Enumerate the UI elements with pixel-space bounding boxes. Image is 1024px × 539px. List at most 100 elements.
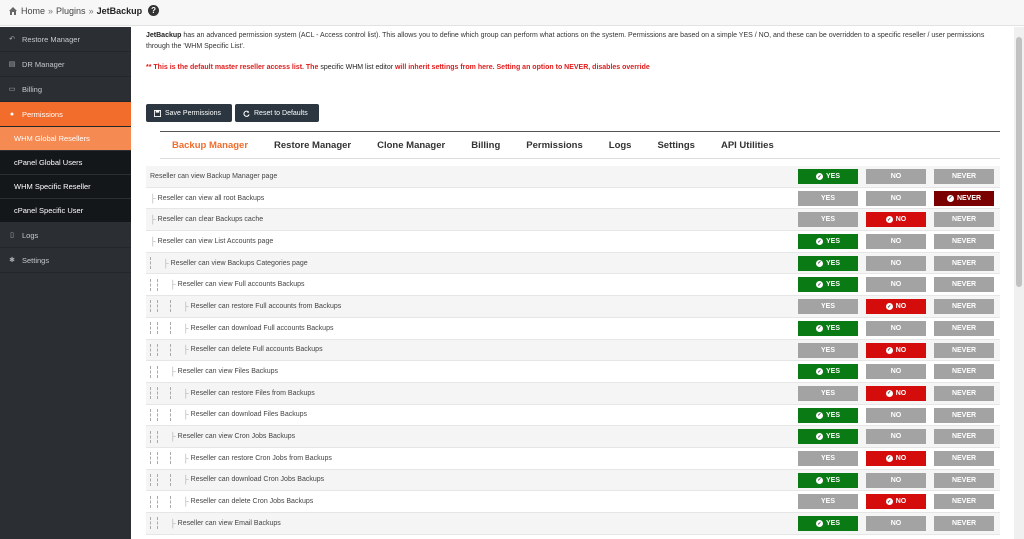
permission-label: Reseller can view Backups Categories pag… <box>170 259 308 267</box>
tab-logs[interactable]: Logs <box>609 140 632 151</box>
option-no-button[interactable]: NO <box>866 169 926 184</box>
tab-permissions[interactable]: Permissions <box>526 140 583 151</box>
option-no-button[interactable]: ✓ NO <box>866 342 926 358</box>
option-yes-label: YES <box>825 259 840 267</box>
table-row: ├ Reseller can view Cron Jobs Backups ✓ YES… <box>146 426 1000 448</box>
scrollbar-thumb[interactable] <box>1016 37 1022 287</box>
option-yes-button[interactable]: ✓ YES <box>798 516 858 531</box>
option-yes-button[interactable]: ✓ YES <box>798 472 858 488</box>
option-never-button[interactable]: NEVER <box>934 429 994 445</box>
option-no-button[interactable]: ✓ NO <box>866 212 926 228</box>
option-yes-label: YES <box>825 476 840 484</box>
permission-label-wrap: ├ Reseller can delete Full accounts Backu… <box>146 343 323 356</box>
permission-options: ✓ YES NO NEVER <box>798 277 994 293</box>
tree-guide <box>150 278 151 291</box>
option-never-button[interactable]: NEVER <box>934 407 994 423</box>
option-no-button[interactable]: NO <box>866 472 926 488</box>
sidebar-item-permissions[interactable]: ● Permissions <box>0 102 131 127</box>
sidebar-item-restore-manager[interactable]: ↶ Restore Manager <box>0 27 131 52</box>
tab-api-utilities[interactable]: API Utilities <box>721 140 774 151</box>
sidebar-subitem-cpanel-specific-user[interactable]: cPanel Specific User <box>0 199 131 223</box>
tab-billing[interactable]: Billing <box>471 140 500 151</box>
option-yes-button[interactable]: YES <box>798 385 858 401</box>
tab-backup-manager[interactable]: Backup Manager <box>172 140 248 151</box>
tab-clone-manager[interactable]: Clone Manager <box>377 140 445 151</box>
option-yes-button[interactable]: YES <box>798 450 858 466</box>
option-yes-button[interactable]: YES <box>798 190 858 206</box>
reset-defaults-button[interactable]: Reset to Defaults <box>235 104 319 122</box>
sidebar-item-dr-manager[interactable]: ▤ DR Manager <box>0 52 131 77</box>
option-yes-label: YES <box>825 433 840 441</box>
option-never-button[interactable]: ✓ NEVER <box>934 190 994 206</box>
tree-guide <box>150 408 151 421</box>
option-no-button[interactable]: ✓ NO <box>866 385 926 401</box>
sidebar-subitem-whm-specific-reseller[interactable]: WHM Specific Reseller <box>0 175 131 199</box>
tab-settings[interactable]: Settings <box>657 140 694 151</box>
breadcrumb-current: JetBackup <box>96 5 143 16</box>
option-never-button[interactable]: NEVER <box>934 516 994 531</box>
option-no-button[interactable]: NO <box>866 277 926 293</box>
check-icon: ✓ <box>815 520 823 527</box>
option-never-button[interactable]: NEVER <box>934 385 994 401</box>
option-no-label: NO <box>895 216 907 224</box>
option-no-button[interactable]: NO <box>866 320 926 336</box>
option-no-button[interactable]: NO <box>866 190 926 206</box>
option-no-button[interactable]: ✓ NO <box>866 494 926 510</box>
option-no-button[interactable]: NO <box>866 234 926 250</box>
option-never-button[interactable]: NEVER <box>934 234 994 250</box>
option-yes-button[interactable]: ✓ YES <box>798 429 858 445</box>
option-never-button[interactable]: NEVER <box>934 277 994 293</box>
sidebar-item-settings[interactable]: ✱ Settings <box>0 248 131 273</box>
breadcrumb-home[interactable]: Home <box>21 6 45 16</box>
option-yes-button[interactable]: YES <box>798 212 858 228</box>
sidebar-item-logs[interactable]: ▯ Logs <box>0 223 131 248</box>
option-never-button[interactable]: NEVER <box>934 342 994 358</box>
option-never-button[interactable]: NEVER <box>934 320 994 336</box>
sidebar-item-billing[interactable]: ▭ Billing <box>0 77 131 102</box>
option-yes-button[interactable]: YES <box>798 494 858 510</box>
option-yes-button[interactable]: YES <box>798 342 858 358</box>
option-yes-button[interactable]: ✓ YES <box>798 320 858 336</box>
option-yes-button[interactable]: ✓ YES <box>798 255 858 271</box>
save-permissions-button[interactable]: Save Permissions <box>146 104 232 122</box>
tree-guide <box>157 343 158 356</box>
option-yes-button[interactable]: ✓ YES <box>798 234 858 250</box>
sidebar-subitem-whm-global-resellers[interactable]: WHM Global Resellers <box>0 127 131 151</box>
tree-guide <box>157 408 158 421</box>
option-never-button[interactable]: NEVER <box>934 212 994 228</box>
option-no-button[interactable]: ✓ NO <box>866 450 926 466</box>
tree-guide <box>170 300 171 313</box>
save-icon <box>154 109 161 117</box>
sidebar-subitem-cpanel-global-users[interactable]: cPanel Global Users <box>0 151 131 175</box>
option-never-button[interactable]: NEVER <box>934 299 994 315</box>
option-never-button[interactable]: NEVER <box>934 472 994 488</box>
option-never-button[interactable]: NEVER <box>934 450 994 466</box>
option-yes-label: YES <box>825 324 840 332</box>
option-no-button[interactable]: NO <box>866 429 926 445</box>
option-no-button[interactable]: NO <box>866 407 926 423</box>
option-no-button[interactable]: ✓ NO <box>866 299 926 315</box>
option-yes-label: YES <box>820 346 835 354</box>
option-no-button[interactable]: NO <box>866 516 926 531</box>
option-yes-button[interactable]: ✓ YES <box>798 364 858 380</box>
help-icon[interactable]: ? <box>148 5 160 16</box>
breadcrumb-plugins[interactable]: Plugins <box>56 6 86 16</box>
scrollbar[interactable] <box>1014 27 1024 539</box>
option-yes-button[interactable]: ✓ YES <box>798 407 858 423</box>
option-no-button[interactable]: NO <box>866 255 926 271</box>
warning-link-text[interactable]: specific WHM list editor <box>320 64 393 71</box>
option-yes-button[interactable]: YES <box>798 299 858 315</box>
tab-restore-manager[interactable]: Restore Manager <box>274 140 351 151</box>
permission-label: Reseller can download Files Backups <box>190 411 308 419</box>
tree-guide <box>150 452 151 465</box>
permission-options: ✓ YES NO NEVER <box>798 169 994 184</box>
option-yes-button[interactable]: ✓ YES <box>798 169 858 184</box>
option-never-button[interactable]: NEVER <box>934 169 994 184</box>
option-never-button[interactable]: NEVER <box>934 494 994 510</box>
tree-guide <box>170 387 171 400</box>
option-yes-button[interactable]: ✓ YES <box>798 277 858 293</box>
billing-icon: ▭ <box>8 86 16 93</box>
option-no-button[interactable]: NO <box>866 364 926 380</box>
option-never-button[interactable]: NEVER <box>934 364 994 380</box>
option-never-button[interactable]: NEVER <box>934 255 994 271</box>
